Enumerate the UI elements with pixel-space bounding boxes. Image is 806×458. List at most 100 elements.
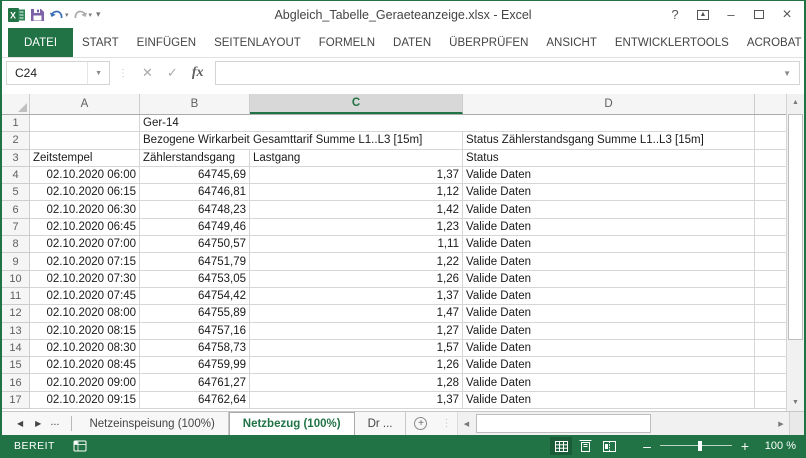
column-header-b[interactable]: B: [140, 94, 250, 114]
cell-d8[interactable]: Valide Daten: [463, 236, 755, 254]
cell-a9[interactable]: 02.10.2020 07:15: [30, 253, 140, 271]
tab-einfügen[interactable]: EINFÜGEN: [128, 28, 205, 57]
enter-button[interactable]: ✓: [167, 65, 178, 81]
row-header-6[interactable]: 6: [2, 201, 30, 219]
row-header-5[interactable]: 5: [2, 184, 30, 202]
cell-d3[interactable]: Status: [463, 149, 755, 167]
cell-filler-8[interactable]: [755, 236, 786, 254]
scroll-left-arrow[interactable]: ◀: [458, 412, 474, 435]
normal-view-button[interactable]: [550, 437, 572, 455]
cell-b8[interactable]: 64750,57: [140, 236, 250, 254]
scroll-up-arrow[interactable]: ▲: [787, 94, 804, 111]
cell-b4[interactable]: 64745,69: [140, 166, 250, 185]
cell-c16[interactable]: 1,28: [250, 374, 463, 392]
zoom-in-button[interactable]: +: [738, 438, 752, 454]
cell-a8[interactable]: 02.10.2020 07:00: [30, 236, 140, 254]
redo-button[interactable]: ▾: [73, 8, 92, 21]
cell-d15[interactable]: Valide Daten: [463, 357, 755, 375]
cell-d2[interactable]: Status Zählerstandsgang Summe L1..L3 [15…: [463, 132, 755, 150]
cell-c11[interactable]: 1,37: [250, 287, 463, 306]
cell-b15[interactable]: 64759,99: [140, 357, 250, 375]
cell-b14[interactable]: 64758,73: [140, 339, 250, 358]
tab-formeln[interactable]: FORMELN: [310, 28, 384, 57]
cell-a14[interactable]: 02.10.2020 08:30: [30, 339, 140, 358]
undo-dropdown-caret[interactable]: ▾: [65, 11, 69, 19]
cell-d13[interactable]: Valide Daten: [463, 322, 755, 340]
row-header-2[interactable]: 2: [2, 132, 30, 150]
row-header-8[interactable]: 8: [2, 236, 30, 254]
cell-a6[interactable]: 02.10.2020 06:30: [30, 201, 140, 219]
name-box[interactable]: C24 ▼: [6, 61, 110, 85]
expand-formula-bar-caret[interactable]: ▼: [775, 69, 799, 78]
zoom-level[interactable]: 100 %: [758, 440, 796, 452]
cell-d14[interactable]: Valide Daten: [463, 339, 755, 358]
save-button[interactable]: [30, 7, 45, 22]
tab-area-resize-grip[interactable]: ⋮: [435, 412, 457, 435]
formula-input[interactable]: ▼: [215, 61, 800, 85]
cell-b12[interactable]: 64755,89: [140, 305, 250, 323]
cell-filler-11[interactable]: [755, 288, 786, 306]
cell-filler-9[interactable]: [755, 253, 786, 271]
cell-c10[interactable]: 1,26: [250, 270, 463, 288]
tab-acrobat[interactable]: ACROBAT: [738, 28, 806, 57]
cell-c6[interactable]: 1,42: [250, 201, 463, 219]
horizontal-scrollbar[interactable]: ◀ ▶: [457, 412, 789, 435]
cell-a12[interactable]: 02.10.2020 08:00: [30, 305, 140, 323]
cell-c3[interactable]: Lastgang: [250, 149, 463, 167]
cell-a4[interactable]: 02.10.2020 06:00: [30, 166, 140, 185]
row-header-10[interactable]: 10: [2, 270, 30, 288]
page-break-preview-button[interactable]: [598, 437, 620, 455]
cell-filler-13[interactable]: [755, 323, 786, 340]
cell-filler-15[interactable]: [755, 357, 786, 375]
cell-d17[interactable]: Valide Daten: [463, 391, 755, 410]
row-header-12[interactable]: 12: [2, 305, 30, 323]
row-header-4[interactable]: 4: [2, 166, 30, 185]
vertical-scroll-thumb[interactable]: [788, 113, 803, 341]
tab-entwicklertools[interactable]: ENTWICKLERTOOLS: [606, 28, 738, 57]
cell-b13[interactable]: 64757,16: [140, 322, 250, 340]
sheet-tab-dr[interactable]: Dr ...: [355, 412, 407, 435]
cell-filler-4[interactable]: [755, 167, 786, 185]
cell-a15[interactable]: 02.10.2020 08:45: [30, 357, 140, 375]
cell-filler-5[interactable]: [755, 184, 786, 202]
cell-c14[interactable]: 1,57: [250, 339, 463, 358]
tab-ansicht[interactable]: ANSICHT: [537, 28, 605, 57]
zoom-out-button[interactable]: –: [640, 438, 654, 454]
sheet-tab-netzbezug-100[interactable]: Netzbezug (100%): [228, 412, 355, 435]
cancel-button[interactable]: ✕: [142, 65, 153, 81]
cell-c17[interactable]: 1,37: [250, 391, 463, 410]
cell-a7[interactable]: 02.10.2020 06:45: [30, 218, 140, 237]
help-button[interactable]: ?: [662, 4, 688, 26]
row-header-16[interactable]: 16: [2, 374, 30, 392]
more-sheets-ellipsis[interactable]: ...: [48, 416, 63, 432]
cell-a17[interactable]: 02.10.2020 09:15: [30, 391, 140, 410]
cell-b7[interactable]: 64749,46: [140, 218, 250, 237]
cell-c7[interactable]: 1,23: [250, 218, 463, 237]
previous-sheet-arrow[interactable]: ◀: [12, 419, 28, 428]
cell-a16[interactable]: 02.10.2020 09:00: [30, 374, 140, 392]
cell-d12[interactable]: Valide Daten: [463, 305, 755, 323]
cell-b2[interactable]: Bezogene Wirkarbeit Gesamttarif Summe L1…: [140, 132, 463, 150]
sheet-tab-netzeinspeisung-100[interactable]: Netzeinspeisung (100%): [76, 412, 229, 435]
row-header-14[interactable]: 14: [2, 339, 30, 358]
cell-filler-17[interactable]: [755, 392, 786, 410]
zoom-slider-thumb[interactable]: [698, 441, 702, 451]
cell-a13[interactable]: 02.10.2020 08:15: [30, 322, 140, 340]
cell-b10[interactable]: 64753,05: [140, 270, 250, 288]
select-all-button[interactable]: [2, 94, 30, 114]
cell-b11[interactable]: 64754,42: [140, 287, 250, 306]
cell-b3[interactable]: Zählerstandsgang: [140, 149, 250, 167]
cell-filler-3[interactable]: [755, 150, 786, 167]
tab-seitenlayout[interactable]: SEITENLAYOUT: [205, 28, 310, 57]
vertical-scroll-track[interactable]: [787, 111, 804, 394]
row-header-1[interactable]: 1: [2, 115, 30, 133]
tab-daten[interactable]: DATEN: [384, 28, 440, 57]
cell-a5[interactable]: 02.10.2020 06:15: [30, 184, 140, 202]
cell-c5[interactable]: 1,12: [250, 184, 463, 202]
cell-c9[interactable]: 1,22: [250, 253, 463, 271]
cell-a10[interactable]: 02.10.2020 07:30: [30, 270, 140, 288]
cell-b5[interactable]: 64746,81: [140, 184, 250, 202]
column-header-a[interactable]: A: [30, 94, 140, 114]
insert-function-button[interactable]: fx: [192, 65, 204, 81]
cell-b1[interactable]: Ger-14: [140, 115, 755, 133]
